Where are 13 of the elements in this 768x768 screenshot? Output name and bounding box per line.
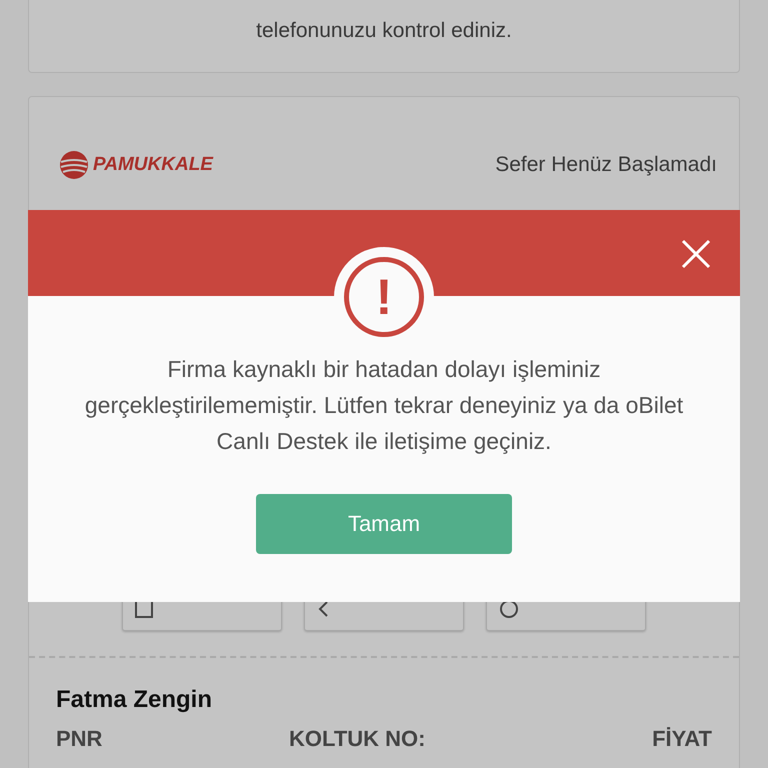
field-label: KOLTUK NO: <box>289 726 426 752</box>
chevron-icon <box>317 600 329 618</box>
field-label: PNR <box>56 726 102 752</box>
ok-button[interactable]: Tamam <box>256 494 512 554</box>
brand-logo-text: PAMUKKALE <box>93 154 213 176</box>
globe-swoosh-icon <box>59 150 89 180</box>
error-message: Firma kaynaklı bir hatadan dolayı işleminiz gerçekleştirilememiştir. Lütfen tekrar deneyiniz ya da oBilet Canlı Destek ile iletişime geçiniz. <box>84 355 684 456</box>
close-icon[interactable] <box>680 238 712 270</box>
info-notice: telefonunuzu kontrol ediniz. <box>28 0 740 73</box>
trip-status: Sefer Henüz Başlamadı <box>495 153 717 177</box>
passenger-name: Fatma Zengin <box>56 685 214 715</box>
field-label: FİYAT <box>652 726 712 752</box>
alert-icon: ! <box>344 257 424 337</box>
